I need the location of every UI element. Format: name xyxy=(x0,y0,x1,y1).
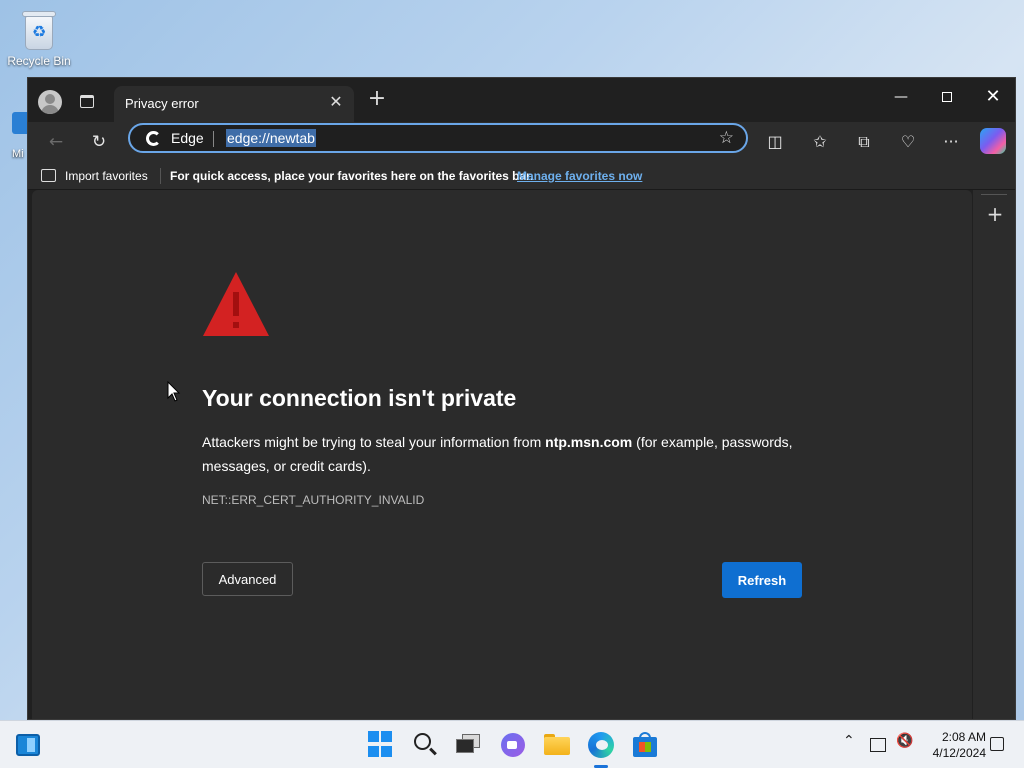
star-icon[interactable]: ☆ xyxy=(719,128,734,148)
search-icon[interactable] xyxy=(412,731,440,759)
address-separator xyxy=(213,131,214,147)
sidebar-divider xyxy=(981,194,1007,195)
tab-actions-icon[interactable] xyxy=(76,90,98,112)
error-description: Attackers might be trying to steal your … xyxy=(202,430,812,478)
chevron-up-icon[interactable]: ⌃ xyxy=(843,733,855,749)
refresh-button[interactable]: Refresh xyxy=(722,562,802,598)
navigation-toolbar: ← ↻ Edge edge://newtab ☆ ◫ ✩ ⧉ ♡ ··· xyxy=(28,122,1015,162)
error-page: Your connection isn't private Attackers … xyxy=(32,190,972,719)
tab-privacy-error[interactable]: Privacy error ✕ xyxy=(114,86,354,122)
error-title: Your connection isn't private xyxy=(202,385,517,411)
widgets-icon[interactable] xyxy=(16,734,40,756)
volume-icon[interactable]: 🔇 xyxy=(896,733,913,749)
favorites-icon[interactable]: ✩ xyxy=(806,128,834,156)
taskbar: ⌃ 🔇 2:08 AM 4/12/2024 xyxy=(0,720,1024,768)
advanced-button[interactable]: Advanced xyxy=(202,562,293,596)
collections-icon[interactable]: ⧉ xyxy=(850,128,878,156)
window-close-icon[interactable]: ✕ xyxy=(970,82,1015,112)
warning-icon xyxy=(203,272,269,336)
tab-title: Privacy error xyxy=(125,96,199,111)
browser-essentials-icon[interactable]: ♡ xyxy=(894,128,922,156)
start-icon[interactable] xyxy=(368,731,396,759)
address-bar[interactable]: Edge edge://newtab ☆ xyxy=(128,123,748,153)
clock-date: 4/12/2024 xyxy=(932,746,986,760)
import-icon[interactable] xyxy=(41,169,56,182)
split-screen-icon[interactable]: ◫ xyxy=(761,128,789,156)
clock-time: 2:08 AM xyxy=(941,730,986,744)
recycle-bin-icon: ♻ xyxy=(20,8,58,52)
copilot-icon[interactable] xyxy=(980,128,1006,154)
favorites-divider xyxy=(160,168,161,184)
refresh-icon[interactable]: ↻ xyxy=(85,128,113,156)
edge-taskbar-icon[interactable] xyxy=(587,731,615,759)
favorites-bar: Import favorites For quick access, place… xyxy=(28,162,1015,190)
import-favorites-button[interactable]: Import favorites xyxy=(65,169,148,183)
clock[interactable]: 2:08 AM 4/12/2024 xyxy=(922,729,986,761)
store-icon[interactable] xyxy=(631,731,659,759)
recycle-bin-label: Recycle Bin xyxy=(7,54,71,68)
maximize-icon[interactable] xyxy=(924,82,970,112)
favorites-message: For quick access, place your favorites h… xyxy=(170,169,534,183)
task-view-icon[interactable] xyxy=(455,731,483,759)
notification-icon[interactable] xyxy=(990,737,1004,751)
back-icon[interactable]: ← xyxy=(42,128,70,156)
url-text[interactable]: edge://newtab xyxy=(226,129,316,147)
error-host: ntp.msn.com xyxy=(545,434,633,450)
more-icon[interactable]: ··· xyxy=(937,128,965,156)
error-desc-prefix: Attackers might be trying to steal your … xyxy=(202,434,542,450)
title-bar: Privacy error ✕ + — ✕ xyxy=(28,78,1015,122)
manage-favorites-link[interactable]: Manage favorites now xyxy=(517,169,642,183)
edge-icon xyxy=(146,131,161,146)
mouse-cursor-icon xyxy=(167,381,181,402)
minimize-icon[interactable]: — xyxy=(878,82,924,112)
browser-label: Edge xyxy=(171,130,204,146)
profile-icon[interactable] xyxy=(38,90,62,114)
recycle-bin[interactable]: ♻ Recycle Bin xyxy=(4,8,74,68)
error-code: NET::ERR_CERT_AUTHORITY_INVALID xyxy=(202,493,425,507)
sidebar: + xyxy=(973,190,1015,719)
new-tab-button[interactable]: + xyxy=(366,88,388,110)
file-explorer-icon[interactable] xyxy=(543,731,571,759)
network-icon[interactable] xyxy=(870,738,886,752)
plus-icon[interactable]: + xyxy=(981,202,1009,226)
close-icon[interactable]: ✕ xyxy=(328,94,344,110)
teams-icon[interactable] xyxy=(499,731,527,759)
